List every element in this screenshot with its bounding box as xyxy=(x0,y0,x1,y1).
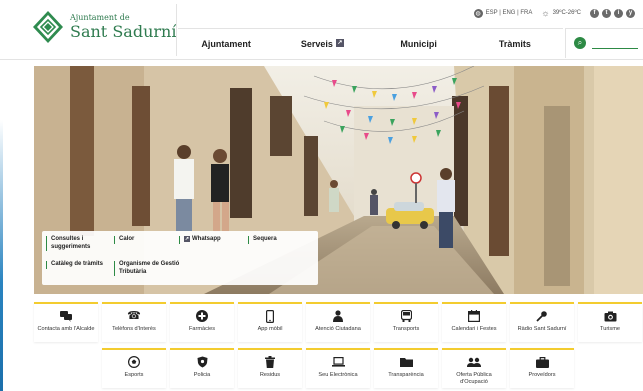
pharmacy-icon xyxy=(195,309,209,323)
sun-icon: ☼ xyxy=(541,8,550,18)
tile-label: Seu Electrònica xyxy=(318,372,358,378)
logo-emblem-icon xyxy=(33,11,63,43)
tile-transparencia[interactable]: Transparència xyxy=(374,348,438,388)
tile-turisme[interactable]: Turisme xyxy=(578,302,642,342)
briefcase-icon xyxy=(535,355,549,369)
site-header: Ajuntament de Sant Sadurní ◍ ESP | ENG |… xyxy=(0,0,643,60)
utility-bar: ◍ ESP | ENG | FRA ☼ 39ºC-26ºC f t i y xyxy=(473,8,635,18)
tile-label: Contacta amb l'Alcalde xyxy=(37,326,95,332)
language-options[interactable]: ESP | ENG | FRA xyxy=(486,10,533,16)
nav-tramits-label: Tràmits xyxy=(498,38,531,49)
logo-line-1: Ajuntament de xyxy=(70,13,130,22)
people-icon xyxy=(467,355,481,369)
globe-icon: ◍ xyxy=(473,8,483,18)
nav-municipi-label: Municipi xyxy=(400,38,437,49)
tile-calendari[interactable]: Calendari i Festes xyxy=(442,302,506,342)
header-divider xyxy=(176,4,177,56)
external-link-icon: ↗ xyxy=(184,236,190,242)
site-logo[interactable]: Ajuntament de Sant Sadurní xyxy=(32,10,176,44)
laptop-icon xyxy=(331,355,345,369)
chat-icon xyxy=(59,309,73,323)
instagram-icon[interactable]: i xyxy=(614,8,623,18)
trash-icon xyxy=(263,355,277,369)
nav-ajuntament-label: Ajuntament xyxy=(201,38,251,49)
tile-label: Policia xyxy=(193,372,211,378)
language-switcher[interactable]: ◍ ESP | ENG | FRA xyxy=(473,8,533,18)
youtube-icon[interactable]: y xyxy=(626,8,635,18)
tile-label: Ràdio Sant Sadurní xyxy=(517,326,567,332)
tile-label: Atenció Ciutadana xyxy=(315,326,361,332)
tile-contacta-alcalde[interactable]: Contacta amb l'Alcalde xyxy=(34,302,98,342)
nav-serveis-label: Serveis xyxy=(300,38,333,49)
search-icon[interactable]: ⌕ xyxy=(574,37,586,49)
tile-atencio-ciutadana[interactable]: Atenció Ciutadana xyxy=(306,302,370,342)
camera-icon xyxy=(603,309,617,323)
tile-seu-electronica[interactable]: Seu Electrònica xyxy=(306,348,370,388)
tile-label: Telèfons d'Interès xyxy=(112,326,156,332)
folder-icon xyxy=(399,355,413,369)
search-input[interactable] xyxy=(592,38,638,49)
quick-link-consultes[interactable]: Consultes i suggeriments xyxy=(46,236,104,251)
nav-ajuntament[interactable]: Ajuntament xyxy=(178,39,274,49)
nav-municipi[interactable]: Municipi xyxy=(371,39,467,49)
tile-label: Transparència xyxy=(388,372,424,378)
tile-label: Calendari i Festes xyxy=(451,326,497,332)
tile-policia[interactable]: Policia xyxy=(170,348,234,388)
logo-line-2: Sant Sadurní xyxy=(70,22,177,41)
bus-icon xyxy=(399,309,413,323)
phone-icon: ☎ xyxy=(127,309,141,322)
search-box: ⌕ xyxy=(565,28,643,58)
mobile-icon xyxy=(263,309,277,323)
tile-residus[interactable]: Residus xyxy=(238,348,302,388)
quick-link-cataleg[interactable]: Catàleg de tràmits xyxy=(46,261,108,269)
tile-label: App mòbil xyxy=(257,326,283,332)
weather-widget: ☼ 39ºC-26ºC xyxy=(541,8,581,18)
tile-label: Farmàcies xyxy=(188,326,216,332)
tile-label: Residus xyxy=(259,372,281,378)
facebook-icon[interactable]: f xyxy=(590,8,599,18)
tile-radio[interactable]: Ràdio Sant Sadurní xyxy=(510,302,574,342)
tile-farmacies[interactable]: Farmàcies xyxy=(170,302,234,342)
external-link-icon: ↗ xyxy=(335,38,344,47)
tile-app-mobil[interactable]: App mòbil xyxy=(238,302,302,342)
radio-icon xyxy=(535,309,549,323)
quick-link-organisme[interactable]: Organisme de Gestió Tributària xyxy=(114,261,180,276)
ball-icon xyxy=(127,355,141,369)
tile-label: Esports xyxy=(124,372,144,378)
tile-oferta-publica[interactable]: Oferta Pública d'Ocupació xyxy=(442,348,506,388)
tile-label: Oferta Pública d'Ocupació xyxy=(456,372,492,385)
quick-links-panel: Consultes i suggeriments Calor ↗ Whatsapp… xyxy=(42,231,318,285)
tile-transports[interactable]: Transports xyxy=(374,302,438,342)
tile-telefons[interactable]: ☎ Telèfons d'Interès xyxy=(102,302,166,342)
side-decoration xyxy=(0,60,24,391)
tile-proveidors[interactable]: Proveïdors xyxy=(510,348,574,388)
tile-label: Transports xyxy=(392,326,420,332)
weather-temp: 39ºC-26ºC xyxy=(552,10,581,16)
twitter-icon[interactable]: t xyxy=(602,8,611,18)
shield-icon xyxy=(195,355,209,369)
tile-label: Turisme xyxy=(600,326,620,332)
calendar-icon xyxy=(467,309,481,323)
quick-link-sequera[interactable]: Sequera xyxy=(248,236,306,244)
tile-label: Proveïdors xyxy=(528,372,556,378)
quick-link-whatsapp[interactable]: ↗ Whatsapp xyxy=(179,236,237,244)
social-links: f t i y xyxy=(590,8,635,18)
main-nav: Ajuntament Serveis ↗ Municipi Tràmits xyxy=(178,28,563,58)
tile-esports[interactable]: Esports xyxy=(102,348,166,388)
quick-link-whatsapp-label: Whatsapp xyxy=(192,236,221,242)
nav-serveis[interactable]: Serveis ↗ xyxy=(274,38,370,49)
quick-link-calor[interactable]: Calor xyxy=(114,236,172,244)
citizen-icon xyxy=(331,309,345,323)
nav-tramits[interactable]: Tràmits xyxy=(467,39,563,49)
